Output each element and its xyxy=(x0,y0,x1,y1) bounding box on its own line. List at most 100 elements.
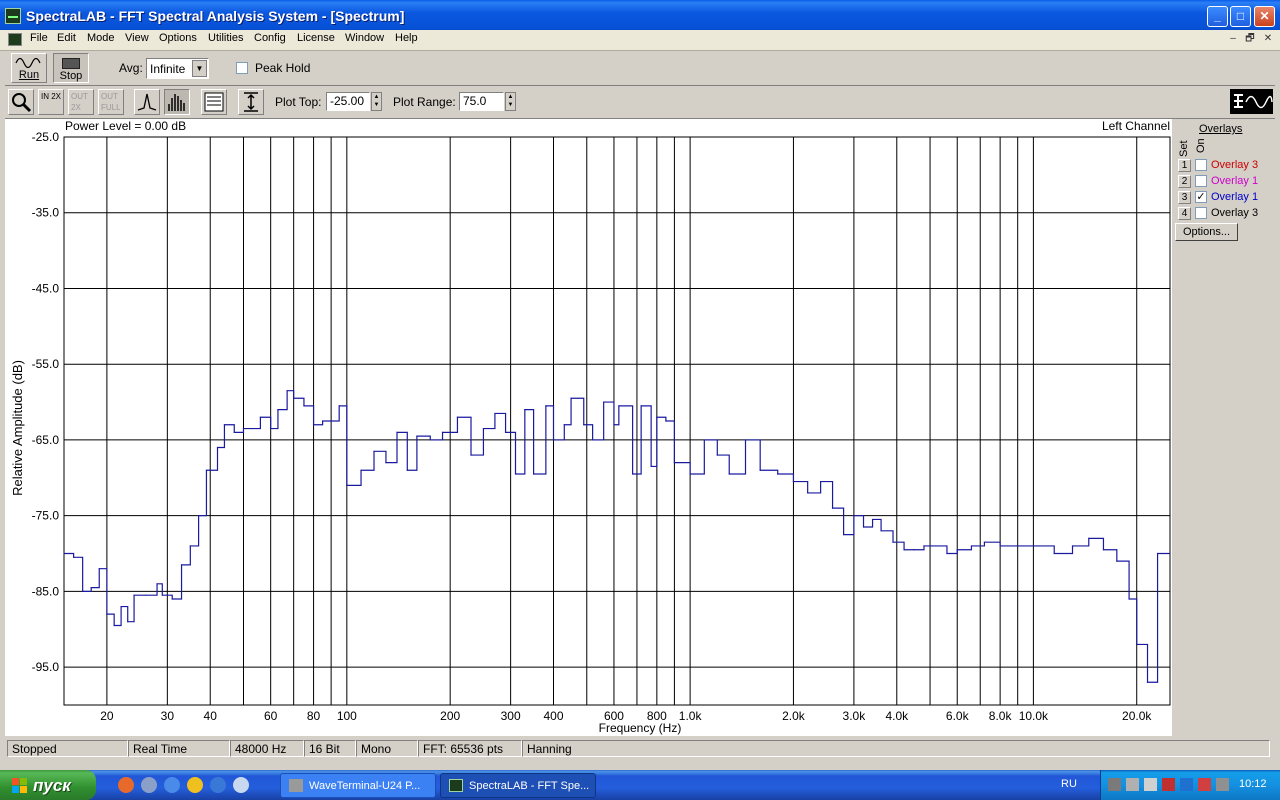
series-point xyxy=(180,564,183,566)
menu-mode[interactable]: Mode xyxy=(87,32,115,44)
series-point xyxy=(613,424,615,426)
status-channels: Mono xyxy=(356,740,418,757)
x-tick-label: 2.0k xyxy=(782,709,806,723)
plot-range-spinner[interactable]: ▲ ▼ xyxy=(505,92,516,111)
plot-top-input[interactable]: -25.00 xyxy=(326,92,370,111)
antivirus-icon[interactable] xyxy=(1162,778,1175,791)
series-point xyxy=(650,465,652,468)
menu-window[interactable]: Window xyxy=(345,32,384,44)
plot-top-spinner[interactable]: ▲ ▼ xyxy=(371,92,382,111)
series-point xyxy=(82,590,84,593)
settings-panel-button[interactable] xyxy=(201,89,227,115)
mdi-restore-button[interactable]: 🗗 xyxy=(1243,32,1257,46)
quicklaunch-search-icon[interactable] xyxy=(164,777,180,793)
overlay-set-button[interactable]: 2 xyxy=(1178,175,1191,188)
spectrum-chart[interactable]: Power Level = 0.00 dB Left Channel -25.0… xyxy=(5,119,1173,736)
mdi-minimize-button[interactable]: – xyxy=(1226,32,1240,46)
series-point xyxy=(198,515,200,517)
series-point xyxy=(689,473,691,475)
series-point xyxy=(673,462,676,464)
zoom-out-2x-button[interactable]: OUT 2X xyxy=(68,89,94,115)
minimize-button[interactable]: _ xyxy=(1207,6,1228,27)
overlay-set-button[interactable]: 1 xyxy=(1178,159,1191,172)
series-point xyxy=(1017,545,1019,547)
series-point xyxy=(360,469,362,471)
zoom-in-2x-button[interactable]: IN 2X xyxy=(38,89,64,115)
quicklaunch-browser-icon[interactable] xyxy=(118,777,134,793)
monitor-icon[interactable] xyxy=(1180,778,1193,791)
close-button[interactable]: ✕ xyxy=(1254,6,1275,27)
series-point xyxy=(133,594,135,596)
signal-generator-button[interactable] xyxy=(1230,89,1273,114)
quicklaunch-media-icon[interactable] xyxy=(187,777,203,793)
peak-hold-label: Peak Hold xyxy=(255,61,311,75)
zoom-button[interactable] xyxy=(8,89,34,115)
stop-button[interactable]: Stop xyxy=(53,53,89,83)
audio-driver-icon[interactable] xyxy=(1216,778,1229,791)
plot-range-input[interactable]: 75.0 xyxy=(459,92,504,111)
overlay-on-checkbox[interactable] xyxy=(1195,175,1207,187)
peak-hold-checkbox[interactable] xyxy=(236,62,248,74)
y-tick-label: -35.0 xyxy=(32,206,60,220)
series-point xyxy=(703,439,705,441)
menu-config[interactable]: Config xyxy=(254,32,286,44)
security-icon[interactable] xyxy=(1198,778,1211,791)
overlay-set-button[interactable]: 4 xyxy=(1178,207,1191,220)
maximize-button[interactable]: □ xyxy=(1230,6,1251,27)
mdi-close-button[interactable]: ✕ xyxy=(1261,32,1275,46)
network-icon[interactable] xyxy=(1126,778,1139,791)
series-point xyxy=(205,469,208,471)
quicklaunch-ie-icon[interactable] xyxy=(210,777,226,793)
spectrum-series-line xyxy=(64,390,1170,683)
plot-top-label: Plot Top: xyxy=(275,95,322,109)
overlay-on-checkbox[interactable]: ✓ xyxy=(1195,191,1207,203)
overlay-options-button[interactable]: Options... xyxy=(1175,223,1238,241)
vertical-scale-icon xyxy=(244,92,258,112)
x-tick-label: 20 xyxy=(100,709,114,723)
menu-edit[interactable]: Edit xyxy=(57,32,76,44)
language-indicator[interactable]: RU xyxy=(1061,778,1077,790)
series-point xyxy=(923,545,925,547)
plot-frame xyxy=(63,136,1171,706)
menu-help[interactable]: Help xyxy=(395,32,418,44)
status-window: Hanning xyxy=(522,740,1270,757)
bar-mode-button[interactable] xyxy=(164,89,190,115)
zoom-out-full-label: OUT FULL xyxy=(101,92,121,112)
series-point xyxy=(396,431,398,433)
line-mode-button[interactable] xyxy=(134,89,160,115)
y-tick-label: -65.0 xyxy=(32,433,60,447)
volume-icon[interactable] xyxy=(1144,778,1157,791)
series-point xyxy=(592,439,594,441)
channel-text: Left Channel xyxy=(1102,119,1170,133)
overlay-on-checkbox[interactable] xyxy=(1195,159,1207,171)
autoscale-button[interactable] xyxy=(238,89,264,115)
overlay-on-checkbox[interactable] xyxy=(1195,207,1207,219)
series-point xyxy=(807,492,809,494)
series-point xyxy=(583,424,585,426)
x-axis-label: Frequency (Hz) xyxy=(599,721,682,735)
usb-icon[interactable] xyxy=(1108,778,1121,791)
quicklaunch-app-icon[interactable] xyxy=(141,777,157,793)
avg-select[interactable]: Infinite ▼ xyxy=(146,58,209,79)
series-point xyxy=(1088,537,1090,539)
x-tick-label: 1.0k xyxy=(679,709,703,723)
chevron-down-icon[interactable]: ▼ xyxy=(192,60,207,77)
overlay-set-button[interactable]: 3 xyxy=(1178,191,1191,204)
series-point xyxy=(880,530,882,532)
run-button[interactable]: Run xyxy=(11,53,47,83)
task-spectralab-label: SpectraLAB - FFT Spe... xyxy=(469,780,590,792)
series-point xyxy=(871,518,874,521)
task-waveterminal[interactable]: WaveTerminal-U24 P... xyxy=(280,773,436,798)
document-icon[interactable] xyxy=(8,33,22,46)
menu-utilities[interactable]: Utilities xyxy=(208,32,243,44)
zoom-out-full-button[interactable]: OUT FULL xyxy=(98,89,124,115)
menu-view[interactable]: View xyxy=(125,32,149,44)
series-point xyxy=(862,526,865,528)
menu-license[interactable]: License xyxy=(297,32,335,44)
quicklaunch-desktop-icon[interactable] xyxy=(233,777,249,793)
app-icon[interactable] xyxy=(5,8,21,24)
x-tick-label: 30 xyxy=(161,709,175,723)
task-spectralab[interactable]: SpectraLAB - FFT Spe... xyxy=(440,773,596,798)
menu-options[interactable]: Options xyxy=(159,32,197,44)
menu-file[interactable]: File xyxy=(30,32,48,44)
